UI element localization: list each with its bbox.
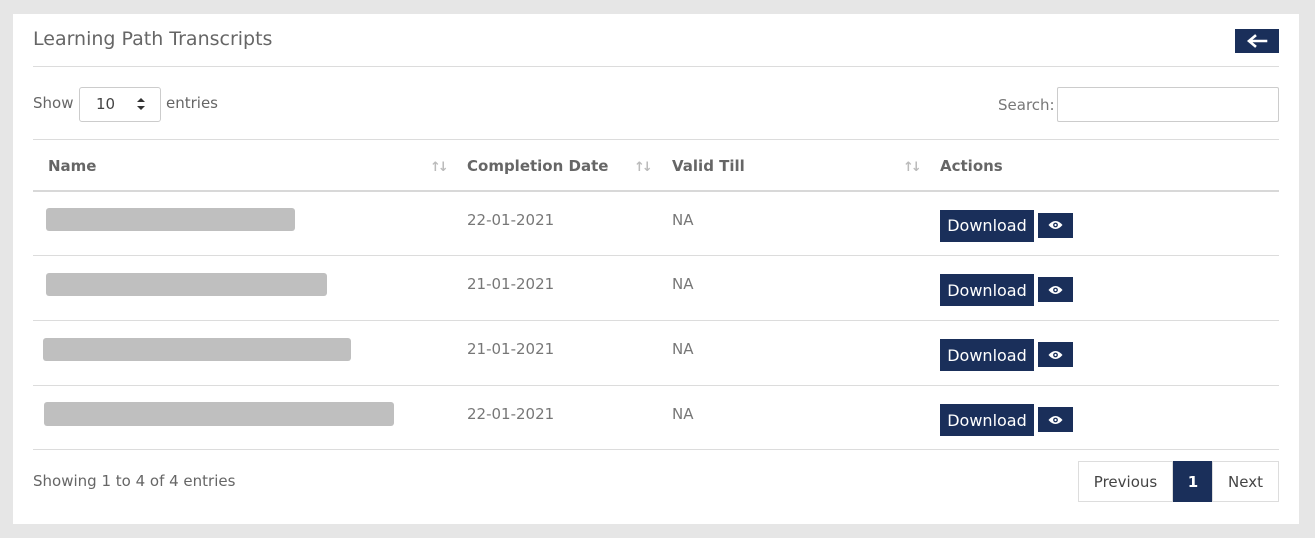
column-header-completion-date[interactable]: Completion Date ↑↓ — [453, 139, 658, 192]
valid-till: NA — [672, 275, 694, 293]
redacted-name — [46, 273, 327, 296]
actions-cell: Download — [926, 255, 1279, 321]
completion-date-cell: 22-01-2021 — [453, 385, 658, 450]
caret-updown-icon — [137, 98, 145, 110]
column-header-name[interactable]: Name ↑↓ — [33, 139, 453, 192]
valid-till: NA — [672, 340, 694, 358]
redacted-name — [43, 338, 351, 361]
entries-per-page-select[interactable]: 10 — [79, 87, 161, 122]
completion-date: 22-01-2021 — [467, 405, 555, 423]
download-button[interactable]: Download — [940, 339, 1034, 371]
download-button[interactable]: Download — [940, 404, 1034, 436]
actions-cell: Download — [926, 190, 1279, 256]
actions-cell: Download — [926, 320, 1279, 386]
name-cell — [33, 190, 453, 256]
arrow-left-icon — [1246, 34, 1268, 48]
back-button[interactable] — [1235, 29, 1279, 53]
eye-icon — [1048, 221, 1063, 229]
column-header-label: Name — [48, 157, 97, 175]
column-header-valid-till[interactable]: Valid Till ↑↓ — [658, 139, 926, 192]
entries-per-page-value: 10 — [96, 95, 116, 113]
download-button[interactable]: Download — [940, 209, 1034, 242]
completion-date: 21-01-2021 — [467, 275, 555, 293]
show-label: Show — [33, 94, 74, 112]
sort-icon: ↑↓ — [430, 160, 449, 175]
redacted-name — [46, 207, 295, 231]
pagination-next-button[interactable]: Next — [1212, 461, 1279, 502]
name-cell — [33, 385, 453, 450]
table-header-row: Name ↑↓ Completion Date ↑↓ Valid Till ↑↓… — [33, 139, 1279, 192]
column-header-label: Completion Date — [467, 157, 609, 175]
pagination-page-1[interactable]: 1 — [1173, 461, 1213, 502]
search-label: Search: — [998, 96, 1055, 114]
view-button[interactable] — [1038, 342, 1073, 367]
transcripts-card: Learning Path Transcripts Show 10 entrie… — [13, 14, 1299, 524]
download-button[interactable]: Download — [940, 274, 1034, 306]
sort-icon: ↑↓ — [903, 160, 922, 175]
valid-till: NA — [672, 210, 694, 229]
view-button[interactable] — [1038, 212, 1073, 238]
table-info: Showing 1 to 4 of 4 entries — [33, 472, 236, 490]
completion-date: 21-01-2021 — [467, 340, 555, 358]
name-cell — [33, 255, 453, 321]
entries-label: entries — [166, 94, 218, 112]
completion-date-cell: 21-01-2021 — [453, 255, 658, 321]
completion-date: 22-01-2021 — [467, 210, 555, 229]
view-button[interactable] — [1038, 277, 1073, 302]
column-header-actions: Actions — [926, 139, 1279, 192]
eye-icon — [1048, 415, 1063, 424]
column-header-label: Actions — [940, 157, 1003, 175]
table-row: 21-01-2021 NA Download — [33, 255, 1279, 321]
pagination: Previous 1 Next — [1078, 461, 1279, 502]
redacted-name — [44, 402, 394, 426]
column-header-label: Valid Till — [672, 157, 745, 175]
name-cell — [33, 320, 453, 386]
table-row: 21-01-2021 NA Download — [33, 320, 1279, 386]
table-row: 22-01-2021 NA Download — [33, 190, 1279, 256]
valid-till-cell: NA — [658, 320, 926, 386]
valid-till-cell: NA — [658, 190, 926, 256]
header-divider — [33, 66, 1279, 67]
completion-date-cell: 21-01-2021 — [453, 320, 658, 386]
actions-cell: Download — [926, 385, 1279, 450]
valid-till: NA — [672, 405, 694, 423]
table-row: 22-01-2021 NA Download — [33, 385, 1279, 450]
pagination-previous-button[interactable]: Previous — [1078, 461, 1173, 502]
completion-date-cell: 22-01-2021 — [453, 190, 658, 256]
view-button[interactable] — [1038, 407, 1073, 432]
search-input[interactable] — [1057, 87, 1279, 122]
page-title: Learning Path Transcripts — [33, 28, 273, 50]
valid-till-cell: NA — [658, 385, 926, 450]
transcripts-table: Name ↑↓ Completion Date ↑↓ Valid Till ↑↓… — [33, 139, 1279, 450]
eye-icon — [1048, 350, 1063, 359]
sort-icon: ↑↓ — [634, 160, 653, 175]
valid-till-cell: NA — [658, 255, 926, 321]
eye-icon — [1048, 285, 1063, 294]
